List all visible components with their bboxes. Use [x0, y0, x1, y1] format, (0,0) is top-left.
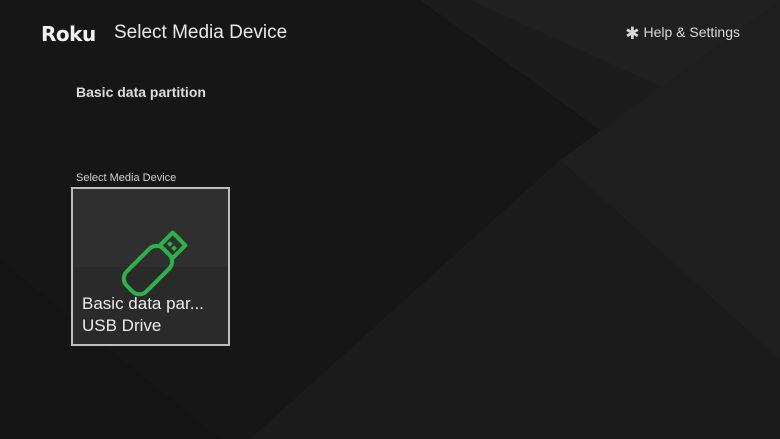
page-title: Select Media Device	[114, 22, 288, 43]
roku-logo: Roku	[41, 22, 96, 46]
usb-drive-icon	[121, 230, 188, 297]
asterisk-icon: ✱	[625, 24, 640, 43]
help-settings-label: Help & Settings	[643, 24, 741, 40]
device-name: Basic data par...	[82, 294, 204, 313]
partition-subtitle: Basic data partition	[76, 84, 206, 100]
media-device-tile[interactable]: Basic data par... USB Drive	[71, 187, 230, 346]
device-type: USB Drive	[82, 316, 162, 335]
help-settings-button[interactable]: ✱ Help & Settings	[625, 24, 741, 43]
section-label: Select Media Device	[76, 172, 177, 184]
